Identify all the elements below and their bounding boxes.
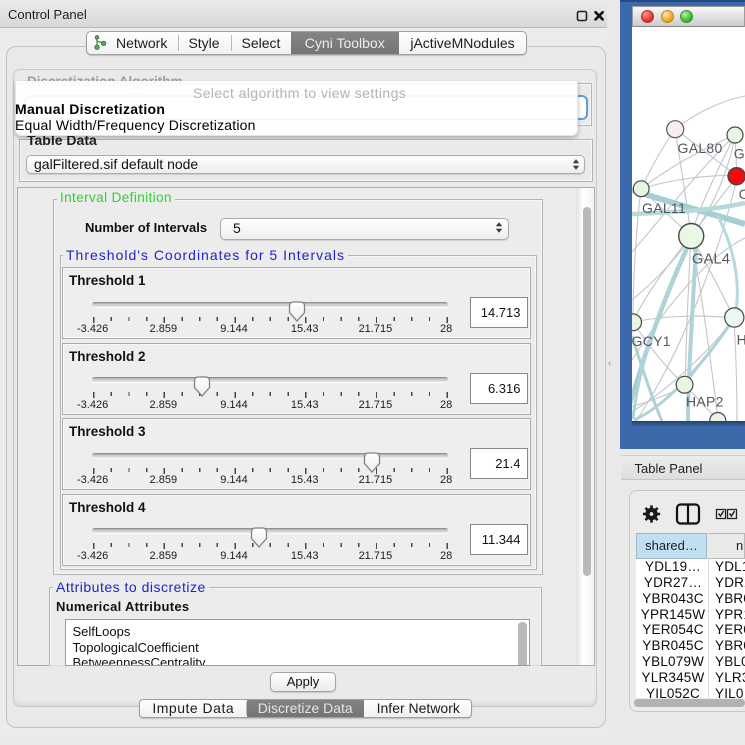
svg-text:HA: HA xyxy=(737,332,745,348)
svg-text:HAP2: HAP2 xyxy=(686,394,724,410)
svg-text:GAL11: GAL11 xyxy=(642,200,686,216)
svg-text:C: C xyxy=(739,186,745,202)
svg-text:GAL80: GAL80 xyxy=(678,140,723,156)
svg-text:GAL4: GAL4 xyxy=(692,252,730,268)
svg-text:GA: GA xyxy=(734,146,745,162)
svg-text:GCY1: GCY1 xyxy=(632,333,671,349)
